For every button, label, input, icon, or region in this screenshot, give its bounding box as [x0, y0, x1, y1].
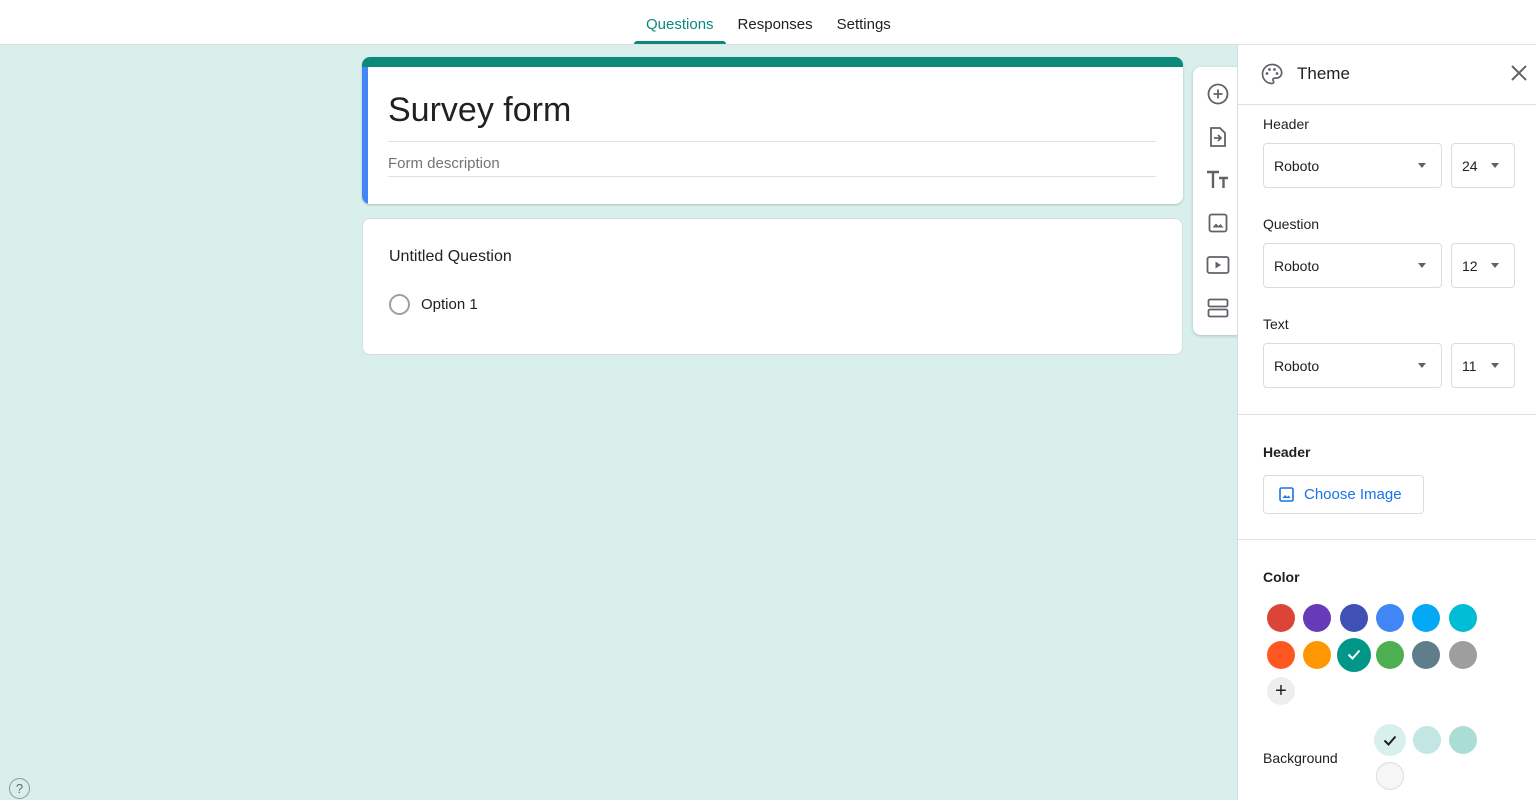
chevron-down-icon	[1418, 363, 1426, 368]
tab-questions[interactable]: Questions	[634, 0, 726, 45]
add-section-icon[interactable]	[1206, 296, 1230, 320]
color-swatch[interactable]	[1412, 640, 1441, 669]
header-font-select[interactable]: Roboto	[1263, 143, 1442, 188]
help-icon[interactable]: ?	[9, 778, 30, 799]
add-image-icon[interactable]	[1206, 211, 1230, 235]
color-swatch[interactable]	[1339, 604, 1368, 632]
color-label: Color	[1263, 569, 1300, 585]
chevron-down-icon	[1491, 363, 1499, 368]
add-question-icon[interactable]	[1206, 82, 1230, 106]
question-card[interactable]: Untitled Question Option 1	[362, 218, 1183, 355]
background-swatch[interactable]	[1374, 724, 1406, 756]
color-swatch[interactable]	[1303, 640, 1332, 669]
question-size-value: 12	[1462, 257, 1478, 274]
color-swatch[interactable]	[1375, 604, 1404, 632]
chevron-down-icon	[1418, 263, 1426, 268]
color-swatch[interactable]	[1448, 640, 1477, 669]
palette-icon	[1260, 62, 1284, 91]
text-font-label: Text	[1263, 316, 1289, 332]
option-row[interactable]: Option 1	[389, 294, 478, 315]
question-font-select[interactable]: Roboto	[1263, 243, 1442, 288]
add-video-icon[interactable]	[1206, 253, 1230, 277]
color-swatch[interactable]	[1336, 637, 1371, 672]
form-title[interactable]: Survey form	[388, 91, 571, 130]
color-swatch[interactable]	[1412, 604, 1441, 632]
color-swatch[interactable]	[1303, 604, 1332, 632]
color-swatch[interactable]	[1375, 640, 1404, 669]
chevron-down-icon	[1418, 163, 1426, 168]
section-divider	[1238, 539, 1536, 540]
header-image-label: Header	[1263, 444, 1311, 460]
text-size-select[interactable]: 11	[1451, 343, 1515, 388]
background-swatch[interactable]	[1376, 762, 1404, 790]
chevron-down-icon	[1491, 263, 1499, 268]
theme-panel-header: Theme	[1238, 45, 1536, 105]
title-card-focus-strip	[362, 67, 368, 204]
form-title-card[interactable]: Survey form Form description	[362, 57, 1183, 204]
checkmark-icon	[1347, 649, 1360, 660]
text-size-value: 11	[1462, 357, 1477, 374]
form-description-input[interactable]: Form description	[388, 155, 500, 172]
option-label: Option 1	[421, 296, 478, 313]
add-title-icon[interactable]	[1206, 168, 1230, 192]
tab-bar: Questions Responses Settings	[634, 0, 903, 45]
question-font-value: Roboto	[1274, 257, 1320, 274]
question-toolbar	[1193, 67, 1243, 335]
theme-panel-title: Theme	[1297, 64, 1350, 83]
add-custom-color-button[interactable]: +	[1267, 677, 1295, 705]
header-font-label: Header	[1263, 116, 1309, 132]
question-font-label: Question	[1263, 216, 1320, 232]
close-icon[interactable]	[1510, 64, 1528, 87]
title-underline	[388, 141, 1156, 142]
question-title[interactable]: Untitled Question	[389, 248, 512, 266]
description-underline	[388, 176, 1156, 177]
import-questions-icon[interactable]	[1206, 125, 1230, 149]
text-font-select[interactable]: Roboto	[1263, 343, 1442, 388]
chevron-down-icon	[1491, 163, 1499, 168]
top-bar: Questions Responses Settings	[0, 0, 1536, 45]
color-swatch[interactable]	[1267, 640, 1295, 669]
tab-settings[interactable]: Settings	[825, 0, 903, 45]
background-swatch[interactable]	[1449, 726, 1477, 754]
header-size-value: 24	[1462, 157, 1478, 174]
section-divider	[1238, 414, 1536, 415]
choose-image-button[interactable]: Choose Image	[1263, 475, 1424, 514]
header-font-value: Roboto	[1274, 157, 1320, 174]
checkmark-icon	[1383, 735, 1397, 746]
text-font-value: Roboto	[1274, 357, 1320, 374]
color-swatch[interactable]	[1448, 604, 1477, 632]
choose-image-label: Choose Image	[1304, 486, 1402, 503]
color-swatch[interactable]	[1267, 604, 1295, 632]
background-label: Background	[1263, 750, 1338, 766]
radio-button[interactable]	[389, 294, 410, 315]
background-swatch[interactable]	[1412, 726, 1441, 754]
tab-responses[interactable]: Responses	[726, 0, 825, 45]
question-size-select[interactable]: 12	[1451, 243, 1515, 288]
image-icon	[1279, 487, 1294, 502]
theme-panel: Theme Header Roboto 24 Question Roboto 1…	[1237, 45, 1536, 800]
title-card-accent-strip	[362, 57, 1183, 67]
header-size-select[interactable]: 24	[1451, 143, 1515, 188]
